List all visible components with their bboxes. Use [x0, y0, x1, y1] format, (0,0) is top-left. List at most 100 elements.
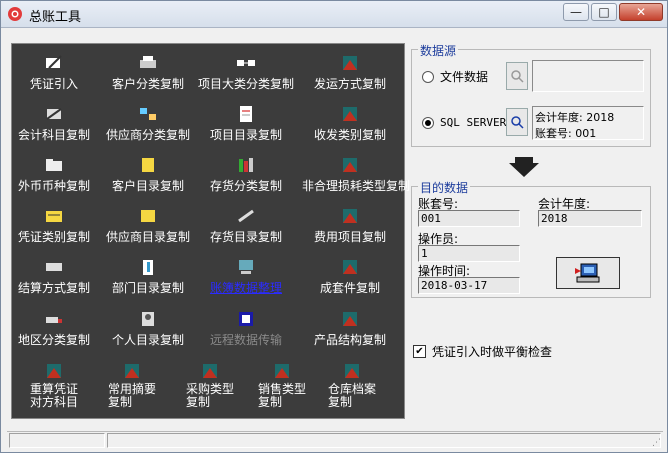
- main-window: 总账工具 — □ ✕ 凭证引入 客户分类复制 项目大类分类复制 发运方式复制 会…: [0, 0, 668, 453]
- tool-label: 重算凭证 对方科目: [29, 382, 78, 409]
- tool-inventory-class-copy[interactable]: 存货分类复制: [198, 156, 294, 194]
- operator-field[interactable]: 1: [418, 245, 520, 262]
- tool-label: 供应商目录复制: [105, 230, 190, 244]
- tool-warehouse-copy[interactable]: 仓库档案 复制: [312, 362, 392, 409]
- tool-project-list-copy[interactable]: 项目目录复制: [198, 105, 294, 143]
- file-data-radio[interactable]: 文件数据: [422, 68, 488, 85]
- tool-currency-copy[interactable]: 外币币种复制: [6, 156, 102, 194]
- binder-icon: [142, 158, 154, 172]
- target-legend: 目的数据: [418, 179, 471, 196]
- tool-label: 账簿数据整理: [209, 281, 282, 295]
- gears-icon: [46, 263, 62, 271]
- transfer-icon: [239, 312, 253, 326]
- wrench-icon: [238, 209, 254, 223]
- tool-customer-class-copy[interactable]: 客户分类复制: [100, 54, 196, 92]
- door-icon: [143, 260, 153, 275]
- mountain-icon: [125, 364, 139, 378]
- tool-label: 个人目录复制: [111, 333, 184, 347]
- tool-expense-copy[interactable]: 费用项目复制: [302, 207, 398, 245]
- tool-purchase-type-copy[interactable]: 采购类型 复制: [170, 362, 250, 409]
- tool-label: 凭证引入: [29, 77, 78, 91]
- sql-browse-button[interactable]: [506, 108, 528, 136]
- tool-label: 会计科目复制: [17, 128, 90, 142]
- tool-receipt-type-copy[interactable]: 收发类别复制: [302, 105, 398, 143]
- books-icon: [239, 158, 253, 172]
- status-cell-2: [107, 433, 661, 448]
- sql-info-box: 会计年度: 2018 账套号: 001: [532, 106, 644, 140]
- tool-account-copy[interactable]: 会计科目复制: [6, 105, 102, 143]
- close-button[interactable]: ✕: [619, 3, 663, 21]
- person-card-icon: [142, 312, 154, 326]
- source-year-text: 会计年度: 2018: [535, 111, 615, 124]
- tool-summary-copy[interactable]: 常用摘要 复制: [92, 362, 172, 409]
- source-legend: 数据源: [418, 42, 459, 59]
- tool-label: 存货分类复制: [209, 179, 282, 193]
- file-browse-button[interactable]: [506, 62, 528, 90]
- checkbox-box: ✔: [413, 345, 426, 358]
- app-logo-icon: [8, 7, 22, 21]
- tool-voucher-type-copy[interactable]: 凭证类别复制: [6, 207, 102, 245]
- tool-label: 收发类别复制: [313, 128, 386, 142]
- execute-button[interactable]: [556, 257, 620, 289]
- tool-customer-list-copy[interactable]: 客户目录复制: [100, 156, 196, 194]
- magnifier-icon: [511, 116, 524, 129]
- tool-supplier-list-copy[interactable]: 供应商目录复制: [100, 207, 196, 245]
- folder-icon: [46, 159, 62, 171]
- tool-loss-type-copy[interactable]: 非合理损耗类型复制: [302, 156, 410, 194]
- balance-check-checkbox[interactable]: ✔ 凭证引入时做平衡检查: [413, 343, 552, 360]
- sql-server-radio[interactable]: SQL SERVER: [422, 116, 506, 129]
- tool-department-copy[interactable]: 部门目录复制: [100, 258, 196, 296]
- tool-recalc-counter-account[interactable]: 重算凭证 对方科目: [14, 362, 94, 409]
- mountain-icon: [343, 107, 357, 121]
- tool-shipping-copy[interactable]: 发运方式复制: [302, 54, 398, 92]
- tool-personal-copy[interactable]: 个人目录复制: [100, 310, 196, 348]
- tool-label: 费用项目复制: [313, 230, 386, 244]
- tool-label: 仓库档案 复制: [327, 382, 376, 409]
- down-arrow-icon: [509, 157, 539, 177]
- magnifier-icon: [511, 70, 524, 83]
- file-path-field[interactable]: [532, 60, 644, 92]
- window-title: 总账工具: [29, 10, 82, 25]
- tools-panel: 凭证引入 客户分类复制 项目大类分类复制 发运方式复制 会计科目复制 供应商分类…: [11, 43, 410, 419]
- tool-ledger-cleanup[interactable]: 账簿数据整理: [198, 258, 294, 296]
- tool-kit-copy[interactable]: 成套件复制: [302, 258, 398, 296]
- minimize-button[interactable]: —: [563, 3, 589, 21]
- tool-sales-type-copy[interactable]: 销售类型 复制: [242, 362, 322, 409]
- tool-voucher-import[interactable]: 凭证引入: [6, 54, 102, 92]
- time-field[interactable]: 2018-03-17: [418, 277, 520, 294]
- maximize-button[interactable]: □: [591, 3, 617, 21]
- tool-inventory-list-copy[interactable]: 存货目录复制: [198, 207, 294, 245]
- tool-label: 项目目录复制: [209, 128, 282, 142]
- radio-dot: [422, 116, 434, 129]
- tool-label: 产品结构复制: [313, 333, 386, 347]
- radio-dot: [422, 70, 434, 83]
- tool-supplier-class-copy[interactable]: 供应商分类复制: [100, 105, 196, 143]
- tool-label: 存货目录复制: [209, 230, 282, 244]
- resize-grip-icon[interactable]: ⋰: [652, 438, 661, 448]
- mountain-icon: [343, 312, 357, 326]
- tool-remote-transfer[interactable]: 远程数据传输: [198, 310, 294, 348]
- printer-icon: [140, 56, 156, 68]
- status-bar: ⋰: [7, 431, 663, 450]
- tool-bom-copy[interactable]: 产品结构复制: [302, 310, 398, 348]
- card-icon: [46, 211, 62, 222]
- link-icon: [237, 60, 255, 66]
- tool-label: 外币币种复制: [17, 179, 90, 193]
- folder-open-icon: [141, 210, 155, 222]
- tool-region-copy[interactable]: 地区分类复制: [6, 310, 102, 348]
- computer-icon: [239, 260, 253, 274]
- title-bar[interactable]: 总账工具 — □ ✕: [1, 1, 667, 28]
- tool-settlement-copy[interactable]: 结算方式复制: [6, 258, 102, 296]
- mountain-icon: [343, 260, 357, 274]
- source-group: 数据源 文件数据 SQL SERVER 会计年度: 2018 账套号: 001: [411, 42, 651, 147]
- tool-project-class-copy[interactable]: 项目大类分类复制: [198, 54, 294, 92]
- tool-label: 非合理损耗类型复制: [302, 179, 411, 193]
- tool-label: 供应商分类复制: [105, 128, 190, 142]
- mountain-icon: [275, 364, 289, 378]
- year-field[interactable]: 2018: [538, 210, 642, 227]
- mountain-icon: [203, 364, 217, 378]
- tool-label: 远程数据传输: [209, 333, 282, 347]
- tool-label: 地区分类复制: [17, 333, 90, 347]
- computer-run-icon: [575, 263, 600, 283]
- account-field[interactable]: 001: [418, 210, 520, 227]
